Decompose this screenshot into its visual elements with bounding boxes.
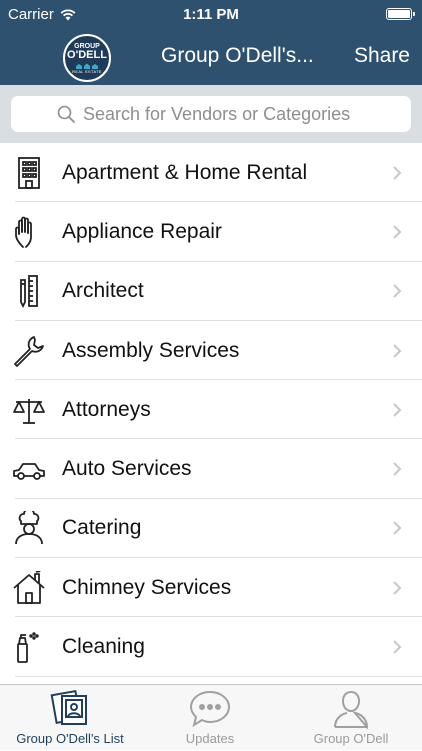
- photo-list-icon: [50, 689, 87, 725]
- chevron-right-icon: [393, 343, 402, 358]
- category-row-chimney-services[interactable]: Chimney Services: [0, 558, 422, 618]
- status-bar: Carrier 1:11 PM: [0, 0, 422, 30]
- category-row-catering[interactable]: Catering: [0, 499, 422, 559]
- scales-icon: [12, 393, 46, 427]
- category-row-auto-services[interactable]: Auto Services: [0, 439, 422, 500]
- wrench-icon: [12, 334, 46, 368]
- car-icon: [12, 452, 46, 486]
- category-label: Architect: [62, 279, 144, 303]
- category-row-apartment-home-rental[interactable]: Apartment & Home Rental: [0, 143, 422, 203]
- hand-icon: [12, 215, 46, 249]
- building-icon: [12, 156, 46, 190]
- house-chimney-icon: [12, 570, 46, 605]
- chevron-right-icon: [393, 225, 402, 239]
- spray-bottle-icon: [12, 630, 46, 664]
- search-input[interactable]: [83, 96, 403, 132]
- chevron-right-icon: [393, 462, 402, 476]
- category-label: Appliance Repair: [62, 219, 222, 243]
- search-bar-container: [0, 85, 422, 143]
- navigation-header: Carrier 1:11 PM GROUP O'DELL REAL ESTATE…: [0, 0, 422, 85]
- share-button[interactable]: Share: [354, 44, 410, 68]
- category-label: Auto Services: [62, 457, 192, 481]
- category-label: Chimney Services: [62, 575, 232, 599]
- battery-icon: [386, 8, 415, 20]
- search-icon: [57, 105, 75, 123]
- tab-label: Group O'Dell: [313, 731, 389, 746]
- chevron-right-icon: [393, 521, 402, 536]
- chevron-right-icon: [393, 581, 402, 595]
- group-odell-logo: GROUP O'DELL REAL ESTATE: [63, 34, 111, 82]
- tab-label: Group O'Dell's List: [16, 731, 124, 746]
- tab-group-odells-list[interactable]: Group O'Dell's List: [0, 685, 140, 751]
- category-row-assembly-services[interactable]: Assembly Services: [0, 321, 422, 381]
- chevron-right-icon: [393, 640, 402, 654]
- category-label: Catering: [62, 516, 142, 540]
- category-row-architect[interactable]: Architect: [0, 262, 422, 322]
- category-row-appliance-repair[interactable]: Appliance Repair: [0, 202, 422, 262]
- ruler-pencil-icon: [12, 274, 46, 309]
- category-label: Apartment & Home Rental: [62, 160, 308, 184]
- chat-bubble-icon: [189, 690, 231, 728]
- person-icon: [334, 690, 369, 729]
- category-label: Cleaning: [62, 635, 145, 659]
- category-row-cleaning[interactable]: Cleaning: [0, 617, 422, 677]
- category-list: Apartment & Home Rental Appliance Repair: [0, 143, 422, 677]
- category-row-attorneys[interactable]: Attorneys: [0, 380, 422, 440]
- houses-logo-icon: [76, 63, 98, 69]
- chevron-right-icon: [393, 284, 402, 298]
- tab-group-odell[interactable]: Group O'Dell: [280, 685, 422, 751]
- category-label: Attorneys: [62, 397, 151, 421]
- tab-bar: Group O'Dell's List Updates Group O'Dell: [0, 684, 422, 750]
- tab-label: Updates: [185, 731, 235, 746]
- category-label: Assembly Services: [62, 338, 240, 362]
- tab-updates[interactable]: Updates: [140, 685, 280, 751]
- page-title: Group O'Dell's...: [161, 44, 314, 67]
- search-field[interactable]: [11, 96, 411, 132]
- chevron-right-icon: [393, 403, 402, 417]
- chef-icon: [12, 511, 46, 545]
- status-time: 1:11 PM: [183, 6, 239, 23]
- chevron-right-icon: [393, 165, 402, 180]
